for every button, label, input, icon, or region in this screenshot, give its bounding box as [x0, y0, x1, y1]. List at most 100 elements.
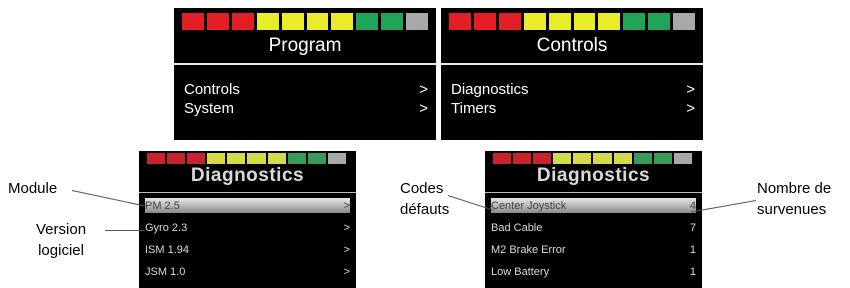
battery-gauge	[449, 13, 696, 30]
chevron-right-icon: >	[686, 100, 695, 117]
callout-codes-line2: défauts	[400, 201, 450, 218]
callout-codes-line1: Codes	[400, 180, 444, 197]
menu-item-controls[interactable]: Controls >	[184, 81, 428, 98]
battery-segment-yellow	[553, 153, 572, 164]
diagnostics-modules-screen: Diagnostics PM 2.5 > Gyro 2.3 > ISM 1.94…	[139, 151, 356, 288]
battery-segment-red	[206, 13, 229, 30]
screen-title: Controls	[536, 35, 608, 56]
battery-segment-red	[187, 153, 206, 164]
fault-count: 7	[689, 221, 696, 234]
chevron-right-icon: >	[343, 265, 350, 278]
title-divider	[139, 192, 356, 193]
controls-screen: Controls Diagnostics > Timers >	[441, 8, 703, 140]
battery-segment-green	[633, 153, 652, 164]
battery-segment-green	[287, 153, 306, 164]
menu-item-module-gyro[interactable]: Gyro 2.3 >	[145, 220, 350, 235]
battery-segment-yellow	[256, 13, 279, 30]
battery-segment-grey	[673, 153, 692, 164]
chevron-right-icon: >	[686, 81, 695, 98]
battery-segment-red	[533, 153, 552, 164]
battery-segment-grey	[406, 13, 429, 30]
battery-segment-green	[381, 13, 404, 30]
fault-count: 1	[689, 243, 696, 256]
menu-item-label: Diagnostics	[451, 81, 529, 98]
battery-segment-yellow	[573, 153, 592, 164]
callout-module: Module	[8, 180, 58, 197]
menu-item-diagnostics[interactable]: Diagnostics >	[451, 81, 695, 98]
chevron-right-icon: >	[343, 199, 350, 212]
fault-item-m2-brake-error[interactable]: M2 Brake Error 1	[491, 242, 696, 257]
diagnostics-faults-screen: Diagnostics Center Joystick 4 Bad Cable …	[485, 151, 702, 288]
battery-segment-yellow	[598, 13, 621, 30]
screen-title: Program	[268, 35, 342, 56]
battery-segment-red	[167, 153, 186, 164]
callout-count-line1: Nombre de	[757, 180, 832, 197]
screen-title: Diagnostics	[536, 165, 651, 186]
battery-segment-yellow	[331, 13, 354, 30]
menu-item-label: PM 2.5	[145, 199, 180, 212]
callout-version-line1: Version	[36, 221, 87, 238]
battery-segment-red	[147, 153, 166, 164]
callout-count: Nombre de survenues	[757, 178, 831, 220]
battery-segment-green	[356, 13, 379, 30]
callout-codes: Codes défauts	[400, 178, 449, 220]
battery-segment-grey	[673, 13, 696, 30]
menu-item-label: JSM 1.0	[145, 265, 186, 278]
fault-label: Center Joystick	[491, 199, 567, 212]
menu-item-timers[interactable]: Timers >	[451, 100, 695, 117]
title-divider	[485, 192, 702, 193]
chevron-right-icon: >	[343, 243, 350, 256]
fault-item-bad-cable[interactable]: Bad Cable 7	[491, 220, 696, 235]
battery-gauge	[493, 153, 694, 164]
battery-segment-yellow	[593, 153, 612, 164]
menu-item-label: Gyro 2.3	[145, 221, 188, 234]
menu-item-module-jsm[interactable]: JSM 1.0 >	[145, 264, 350, 279]
chevron-right-icon: >	[419, 81, 428, 98]
fault-label: Bad Cable	[491, 221, 543, 234]
battery-segment-red	[513, 153, 532, 164]
battery-segment-green	[653, 153, 672, 164]
menu-item-label: ISM 1.94	[145, 243, 190, 256]
menu-item-label: Timers	[451, 100, 497, 117]
menu-item-system[interactable]: System >	[184, 100, 428, 117]
menu-item-module-ism[interactable]: ISM 1.94 >	[145, 242, 350, 257]
callout-count-line2: survenues	[757, 201, 827, 218]
battery-segment-yellow	[523, 13, 546, 30]
title-divider	[441, 63, 703, 65]
menu-item-label: Controls	[184, 81, 240, 98]
battery-gauge	[182, 13, 429, 30]
chevron-right-icon: >	[343, 221, 350, 234]
fault-label: M2 Brake Error	[491, 243, 566, 256]
menu-item-module-pm[interactable]: PM 2.5 >	[145, 198, 350, 213]
fault-count: 1	[689, 265, 696, 278]
battery-segment-red	[493, 153, 512, 164]
battery-segment-yellow	[267, 153, 286, 164]
battery-segment-red	[182, 13, 204, 30]
battery-segment-red	[449, 13, 471, 30]
battery-segment-green	[623, 13, 646, 30]
battery-segment-yellow	[573, 13, 596, 30]
screen-title: Diagnostics	[190, 165, 305, 186]
battery-segment-grey	[327, 153, 346, 164]
callout-version-line2: logiciel	[38, 242, 84, 259]
battery-segment-yellow	[548, 13, 571, 30]
battery-segment-green	[648, 13, 671, 30]
battery-segment-yellow	[207, 153, 226, 164]
fault-item-center-joystick[interactable]: Center Joystick 4	[491, 198, 696, 213]
battery-segment-red	[498, 13, 521, 30]
callout-version-leader	[105, 230, 145, 231]
chevron-right-icon: >	[419, 100, 428, 117]
battery-segment-red	[231, 13, 254, 30]
battery-segment-red	[473, 13, 496, 30]
battery-segment-yellow	[613, 153, 632, 164]
program-screen: Program Controls > System >	[174, 8, 436, 140]
menu-item-label: System	[184, 100, 235, 117]
fault-item-low-battery[interactable]: Low Battery 1	[491, 264, 696, 279]
title-divider	[174, 63, 436, 65]
fault-label: Low Battery	[491, 265, 550, 278]
battery-segment-yellow	[306, 13, 329, 30]
battery-segment-green	[307, 153, 326, 164]
battery-gauge	[147, 153, 348, 164]
callout-module-leader	[71, 190, 147, 207]
callout-version: Version logiciel	[36, 219, 86, 261]
